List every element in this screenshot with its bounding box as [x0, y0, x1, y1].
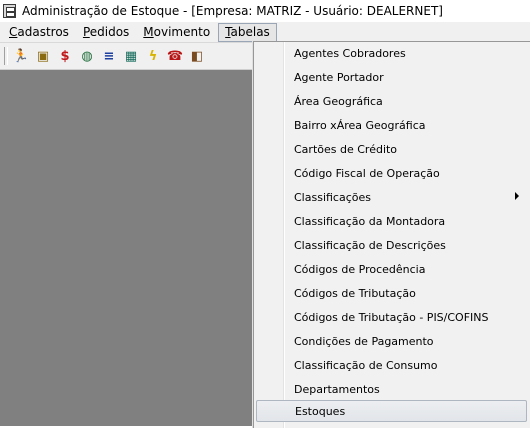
menu-movimento[interactable]: Movimento — [136, 23, 217, 41]
exit-door-icon[interactable]: ◧ — [187, 46, 207, 66]
menu-movimento-accel: M — [143, 25, 154, 39]
submenu-arrow-icon — [515, 192, 519, 200]
menu-item-label: Estoques — [295, 404, 346, 418]
menu-item-bairro-area-geografica[interactable]: Bairro xÁrea Geográfica — [256, 114, 527, 136]
menu-item-codigos-de-tributacao[interactable]: Códigos de Tributação — [256, 282, 527, 304]
menu-item-classificacao-de-descricoes[interactable]: Classificação de Descrições — [256, 234, 527, 256]
menu-item-agente-portador[interactable]: Agente Portador — [256, 66, 527, 88]
menu-item-departamentos[interactable]: Departamentos — [256, 378, 527, 400]
menu-item-label: Bairro xÁrea Geográfica — [294, 118, 426, 132]
menu-item-label: Condições de Pagamento — [294, 334, 434, 348]
menu-item-label: Classificação de Consumo — [294, 358, 438, 372]
menu-movimento-label: ovimento — [153, 25, 211, 39]
menu-cadastros[interactable]: Cadastros — [0, 23, 76, 41]
menu-item-label: Códigos de Tributação — [294, 286, 416, 300]
menu-item-cartoes-de-credito[interactable]: Cartões de Crédito — [256, 138, 527, 160]
menu-item-label: Cartões de Crédito — [294, 142, 398, 156]
lightning-icon[interactable]: ϟ — [143, 46, 163, 66]
menu-cadastros-label: adastros — [17, 25, 69, 39]
menu-pedidos[interactable]: Pedidos — [76, 23, 136, 41]
toolbar: 🏃 ▣ $ ◍ ≡ ▦ ϟ ☎ ◧ — [0, 43, 253, 70]
running-man-icon[interactable]: 🏃 — [11, 46, 31, 66]
menu-item-agentes-cobradores[interactable]: Agentes Cobradores — [256, 42, 527, 64]
menu-pedidos-label: edidos — [89, 25, 130, 39]
menu-item-classificacoes[interactable]: Classificações — [256, 186, 527, 208]
menu-item-classificacao-da-montadora[interactable]: Classificação da Montadora — [256, 210, 527, 232]
box-icon[interactable]: ▣ — [33, 46, 53, 66]
menu-item-label: Departamentos — [294, 382, 380, 396]
menu-tabelas-label: abelas — [230, 24, 270, 39]
calculator-icon[interactable]: ▦ — [121, 46, 141, 66]
list-icon[interactable]: ≡ — [99, 46, 119, 66]
globe-hand-icon[interactable]: ◍ — [77, 46, 97, 66]
menu-pedidos-accel: P — [82, 25, 90, 39]
tabelas-dropdown-menu: Agentes Cobradores Agente Portador Área … — [253, 41, 530, 428]
menu-item-label: Classificação da Montadora — [294, 214, 446, 228]
menu-item-estoques[interactable]: Estoques — [256, 400, 527, 422]
menu-item-label: Código Fiscal de Operação — [294, 166, 440, 180]
menu-item-condicoes-de-pagamento[interactable]: Condições de Pagamento — [256, 330, 527, 352]
menu-item-label: Área Geográfica — [294, 94, 383, 108]
mdi-workspace — [0, 70, 253, 426]
menu-item-label: Agente Portador — [294, 70, 384, 84]
dollar-arrows-icon[interactable]: $ — [55, 46, 75, 66]
menu-item-classificacao-de-consumo[interactable]: Classificação de Consumo — [256, 354, 527, 376]
menu-tabelas[interactable]: Tabelas — [218, 22, 277, 42]
app-icon[interactable] — [3, 4, 16, 18]
menu-item-label: Agentes Cobradores — [294, 46, 406, 60]
window-title: Administração de Estoque - [Empresa: MAT… — [22, 4, 443, 18]
menu-item-label: Classificação de Descrições — [294, 238, 446, 252]
toolbar-grip — [4, 47, 8, 65]
menu-item-label: Códigos de Procedência — [294, 262, 426, 276]
menu-item-area-geografica[interactable]: Área Geográfica — [256, 90, 527, 112]
telephone-icon[interactable]: ☎ — [165, 46, 185, 66]
menu-item-codigos-de-tributacao-pis-cofins[interactable]: Códigos de Tributação - PIS/COFINS — [256, 306, 527, 328]
menu-item-label: Classificações — [294, 190, 371, 204]
menu-item-codigo-fiscal-de-operacao[interactable]: Código Fiscal de Operação — [256, 162, 527, 184]
menu-item-label: Códigos de Tributação - PIS/COFINS — [294, 310, 489, 324]
menu-item-codigos-de-procedencia[interactable]: Códigos de Procedência — [256, 258, 527, 280]
title-bar: Administração de Estoque - [Empresa: MAT… — [0, 0, 530, 22]
menu-bar: Cadastros Pedidos Movimento Tabelas — [0, 22, 530, 43]
